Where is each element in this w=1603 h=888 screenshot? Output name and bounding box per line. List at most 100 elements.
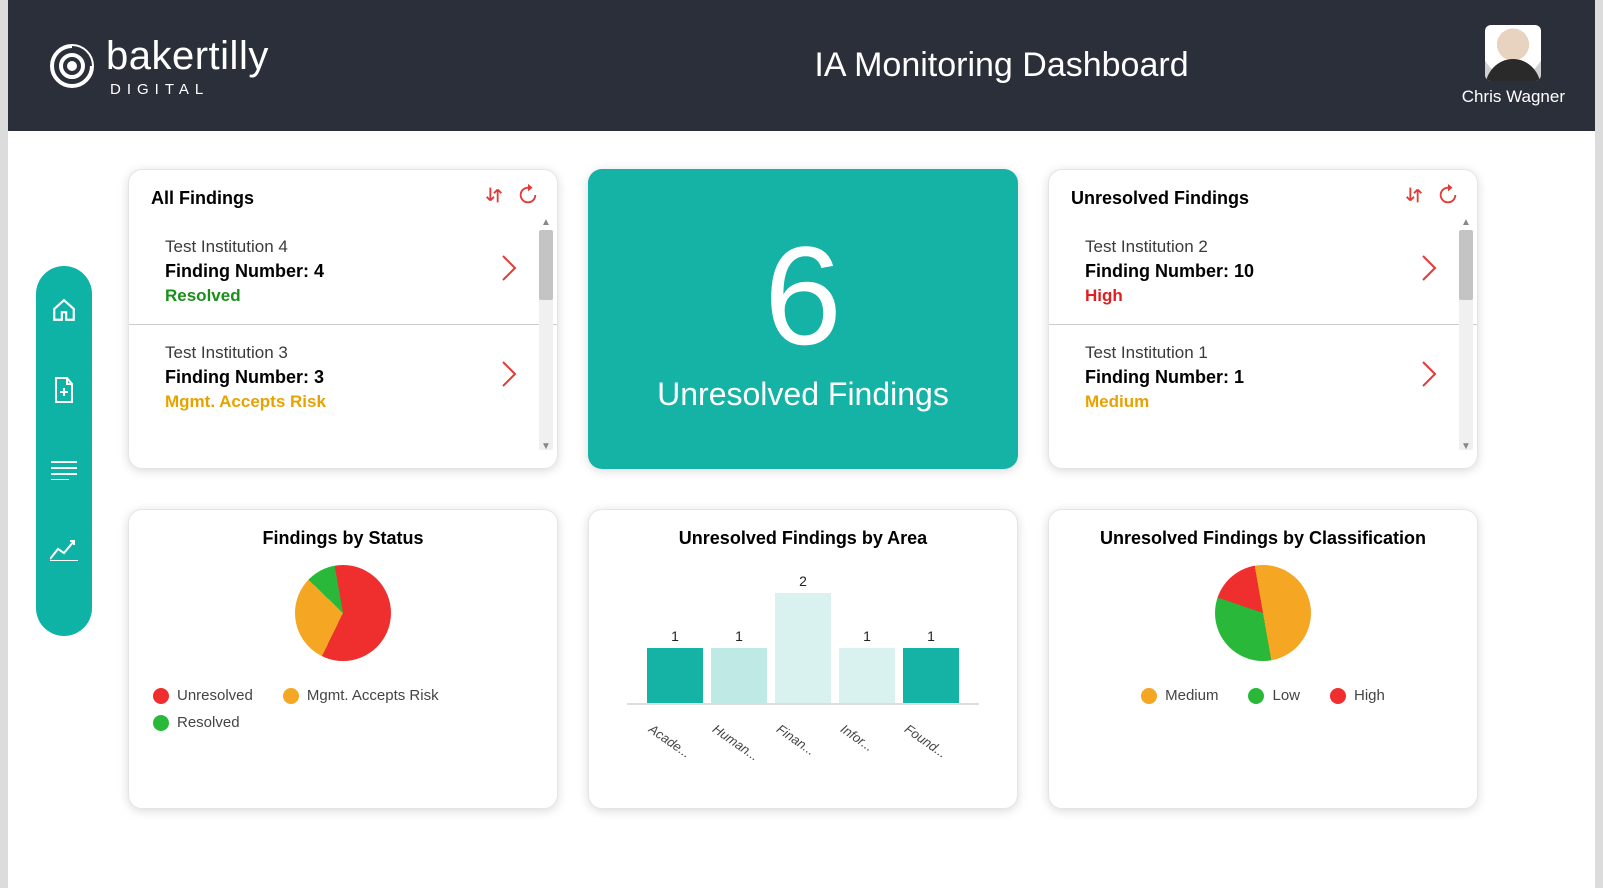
card-unresolved-by-classification: Unresolved Findings by Classification Me… [1048, 509, 1478, 809]
logo: bakertilly DIGITAL [48, 34, 269, 98]
finding-number: Finding Number: 3 [165, 367, 326, 388]
avatar[interactable] [1485, 25, 1541, 81]
finding-status: Medium [1085, 392, 1244, 412]
chevron-right-icon [1421, 360, 1437, 395]
unresolved-count-label: Unresolved Findings [657, 376, 949, 413]
card-unresolved-count[interactable]: 6 Unresolved Findings [588, 169, 1018, 469]
finding-number: Finding Number: 4 [165, 261, 324, 282]
finding-status: Mgmt. Accepts Risk [165, 392, 326, 412]
bar-value-label: 1 [927, 628, 935, 644]
logo-sub: DIGITAL [106, 81, 269, 98]
institution-name: Test Institution 3 [165, 343, 326, 363]
logo-name: bakertilly [106, 34, 269, 79]
card-findings-by-status: Findings by Status Unresolved Mgmt. Accep… [128, 509, 558, 809]
user-block[interactable]: Chris Wagner [1462, 25, 1565, 107]
list-item[interactable]: Test Institution 1 Finding Number: 1 Med… [1049, 324, 1477, 430]
scrollbar-thumb[interactable] [1459, 230, 1473, 300]
legend-item[interactable]: Resolved [153, 714, 240, 731]
legend-item[interactable]: High [1330, 687, 1385, 704]
institution-name: Test Institution 4 [165, 237, 324, 257]
bar [647, 648, 703, 703]
institution-name: Test Institution 2 [1085, 237, 1254, 257]
list-item[interactable]: Test Institution 4 Finding Number: 4 Res… [129, 219, 557, 324]
pie-chart-classification[interactable] [1215, 565, 1311, 661]
header: bakertilly DIGITAL IA Monitoring Dashboa… [8, 0, 1595, 131]
unresolved-count: 6 [764, 226, 842, 366]
legend-item[interactable]: Low [1248, 687, 1300, 704]
legend-item[interactable]: Unresolved [153, 687, 253, 704]
legend-dot-icon [1248, 688, 1264, 704]
card-unresolved-findings: Unresolved Findings Test Institution 2 F… [1048, 169, 1478, 469]
bar-column[interactable]: 1 [839, 628, 895, 703]
legend-dot-icon [1141, 688, 1157, 704]
legend-label: Resolved [177, 714, 240, 731]
logo-icon [48, 42, 96, 90]
bar-value-label: 1 [863, 628, 871, 644]
refresh-icon[interactable] [1437, 184, 1459, 211]
bar-chart-area[interactable]: 1 1 2 1 1 [627, 565, 979, 705]
legend-label: Unresolved [177, 687, 253, 704]
bar-value-label: 2 [799, 573, 807, 589]
legend-item[interactable]: Mgmt. Accepts Risk [283, 687, 439, 704]
legend-item[interactable]: Medium [1141, 687, 1218, 704]
list-item[interactable]: Test Institution 3 Finding Number: 3 Mgm… [129, 324, 557, 430]
logo-text: bakertilly DIGITAL [106, 34, 269, 98]
institution-name: Test Institution 1 [1085, 343, 1244, 363]
card-title: Unresolved Findings [1071, 188, 1249, 209]
finding-number: Finding Number: 1 [1085, 367, 1244, 388]
unresolved-findings-list: Test Institution 2 Finding Number: 10 Hi… [1049, 219, 1477, 430]
legend-classification: Medium Low High [1069, 681, 1457, 704]
sidebar-new-file-icon[interactable] [48, 374, 80, 406]
card-all-findings: All Findings Test Institution 4 Finding … [128, 169, 558, 469]
card-title: All Findings [151, 188, 254, 209]
sort-icon[interactable] [483, 184, 505, 211]
refresh-icon[interactable] [517, 184, 539, 211]
user-name: Chris Wagner [1462, 87, 1565, 107]
finding-status: High [1085, 286, 1254, 306]
body: All Findings Test Institution 4 Finding … [8, 131, 1595, 888]
scrollbar[interactable]: ▲ ▼ [1459, 230, 1473, 450]
bar-category-label: Finan... [774, 721, 828, 765]
legend-dot-icon [153, 688, 169, 704]
chevron-right-icon [501, 254, 517, 289]
bar-column[interactable]: 2 [775, 573, 831, 703]
bar-column[interactable]: 1 [647, 628, 703, 703]
bar [711, 648, 767, 703]
scrollbar[interactable]: ▲ ▼ [539, 230, 553, 450]
legend-label: Low [1272, 687, 1300, 704]
legend-label: Medium [1165, 687, 1218, 704]
legend-dot-icon [1330, 688, 1346, 704]
legend-dot-icon [153, 715, 169, 731]
bar [903, 648, 959, 703]
sidebar-home-icon[interactable] [48, 294, 80, 326]
bar-category-label: Human... [710, 721, 764, 765]
dashboard-grid: All Findings Test Institution 4 Finding … [128, 169, 1525, 809]
bar-column[interactable]: 1 [711, 628, 767, 703]
bar [775, 593, 831, 703]
app-root: bakertilly DIGITAL IA Monitoring Dashboa… [8, 0, 1595, 888]
sidebar-chart-icon[interactable] [48, 534, 80, 566]
card-title: Unresolved Findings by Classification [1069, 528, 1457, 549]
bar-value-label: 1 [671, 628, 679, 644]
bar-category-label: Infor... [838, 721, 892, 765]
scrollbar-thumb[interactable] [539, 230, 553, 300]
page-title: IA Monitoring Dashboard [208, 46, 1603, 85]
bar-category-label: Found... [902, 721, 956, 765]
legend-dot-icon [283, 688, 299, 704]
chevron-right-icon [1421, 254, 1437, 289]
sidebar [36, 266, 92, 636]
all-findings-list: Test Institution 4 Finding Number: 4 Res… [129, 219, 557, 430]
sort-icon[interactable] [1403, 184, 1425, 211]
card-unresolved-by-area: Unresolved Findings by Area 1 1 2 1 1 Ac… [588, 509, 1018, 809]
legend-label: Mgmt. Accepts Risk [307, 687, 439, 704]
list-item[interactable]: Test Institution 2 Finding Number: 10 Hi… [1049, 219, 1477, 324]
card-title: Findings by Status [149, 528, 537, 549]
bar-column[interactable]: 1 [903, 628, 959, 703]
legend-status: Unresolved Mgmt. Accepts Risk Resolved [149, 681, 537, 731]
pie-chart-status[interactable] [295, 565, 391, 661]
bar [839, 648, 895, 703]
sidebar-list-icon[interactable] [48, 454, 80, 486]
finding-number: Finding Number: 10 [1085, 261, 1254, 282]
bar-value-label: 1 [735, 628, 743, 644]
card-title: Unresolved Findings by Area [609, 528, 997, 549]
